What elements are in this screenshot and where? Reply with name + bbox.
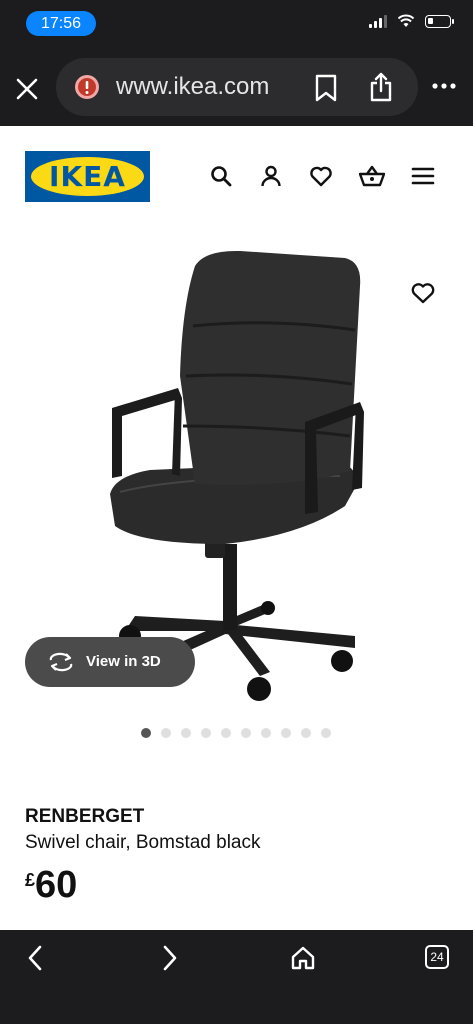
search-icon[interactable] [209, 164, 233, 188]
pagination-dot[interactable] [321, 728, 331, 738]
product-image-carousel[interactable]: View in 3D [0, 226, 473, 716]
price-currency: £ [25, 870, 36, 890]
address-bar[interactable]: www.ikea.com [56, 58, 418, 116]
pagination-dot[interactable] [301, 728, 311, 738]
more-options-icon[interactable] [432, 82, 456, 90]
back-icon[interactable] [22, 944, 50, 972]
pagination-dot[interactable] [221, 728, 231, 738]
not-secure-warning-icon[interactable] [74, 74, 100, 100]
product-description: Swivel chair, Bomstad black [25, 832, 261, 853]
account-icon[interactable] [259, 164, 283, 188]
product-name[interactable]: RENBERGET [25, 806, 144, 828]
wishlist-icon[interactable] [309, 164, 333, 188]
battery-icon [425, 14, 454, 28]
view-in-3d-label: View in 3D [86, 653, 161, 670]
status-icons [369, 14, 454, 28]
menu-icon[interactable] [411, 164, 435, 188]
site-header: IKEA [0, 126, 473, 226]
wifi-icon [397, 14, 415, 27]
browser-toolbar: www.ikea.com [0, 46, 473, 126]
ikea-logo[interactable]: IKEA [25, 151, 150, 202]
status-bar: 17:56 [0, 0, 473, 46]
rotate-3d-icon [49, 652, 73, 672]
close-icon[interactable] [14, 76, 40, 102]
browser-bottom-toolbar: 24 [0, 930, 473, 1024]
pagination-dot[interactable] [161, 728, 171, 738]
price-amount: 60 [35, 864, 78, 906]
pagination-dot[interactable] [261, 728, 271, 738]
pagination-dot[interactable] [241, 728, 251, 738]
forward-icon[interactable] [155, 944, 183, 972]
pagination-dot[interactable] [281, 728, 291, 738]
bookmark-icon[interactable] [314, 74, 338, 102]
save-to-wishlist-heart-icon[interactable] [410, 281, 436, 305]
home-icon[interactable] [289, 944, 317, 972]
cellular-signal-icon [369, 14, 387, 28]
tab-switcher-button[interactable]: 24 [425, 945, 449, 969]
product-price: £60 [25, 864, 77, 907]
basket-icon[interactable] [359, 164, 385, 188]
pagination-dot[interactable] [201, 728, 211, 738]
status-time: 17:56 [26, 11, 96, 36]
pagination-dot[interactable] [181, 728, 191, 738]
url-text[interactable]: www.ikea.com [116, 58, 269, 116]
share-icon[interactable] [368, 72, 394, 102]
logo-text: IKEA [49, 160, 126, 193]
view-in-3d-button[interactable]: View in 3D [25, 637, 195, 687]
pagination-dot[interactable] [141, 728, 151, 738]
image-pagination-dots[interactable] [141, 728, 331, 738]
